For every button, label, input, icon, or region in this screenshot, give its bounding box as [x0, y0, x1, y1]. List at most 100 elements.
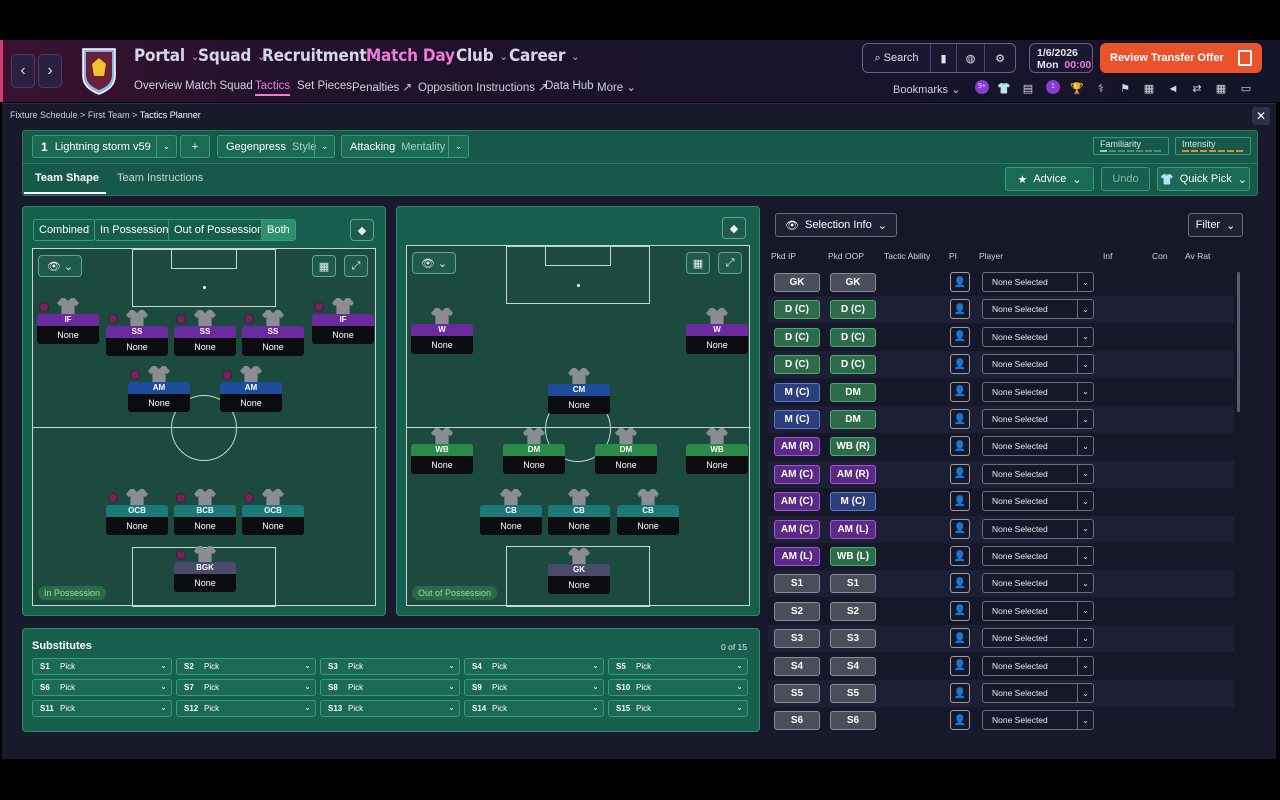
col-pkd-oop[interactable]: Pkd OOP: [828, 251, 864, 261]
substitute-select[interactable]: S5 Pick ⌄: [608, 658, 748, 675]
picked-ip-position[interactable]: S5: [774, 684, 820, 703]
add-tactic-button[interactable]: +: [180, 135, 210, 158]
filter-combined[interactable]: Combined: [33, 219, 96, 241]
player-slot[interactable]: BGK None: [174, 546, 236, 598]
picked-ip-position[interactable]: D (C): [774, 300, 820, 320]
bookmark-button[interactable]: ▮: [931, 44, 957, 72]
col-pkd-ip[interactable]: Pkd IP: [771, 251, 796, 261]
player-select[interactable]: None Selected ⌄: [982, 491, 1094, 512]
subnav-set-pieces[interactable]: Set Pieces: [297, 80, 352, 92]
player-select[interactable]: None Selected ⌄: [982, 628, 1094, 649]
picked-ip-position[interactable]: D (C): [774, 355, 820, 375]
picked-ip-position[interactable]: S4: [774, 656, 820, 676]
scrollbar[interactable]: [1237, 272, 1240, 412]
player-select[interactable]: None Selected ⌄: [982, 299, 1094, 320]
player-slot[interactable]: W None: [686, 308, 748, 360]
substitute-select[interactable]: S14 Pick ⌄: [464, 700, 604, 717]
subnav-opposition-instructions[interactable]: Opposition Instructions ↗: [418, 80, 548, 94]
bookmarks-menu[interactable]: Bookmarks ⌄: [893, 83, 960, 96]
player-slot[interactable]: CB None: [617, 489, 679, 541]
player-slot[interactable]: SS None: [106, 310, 168, 362]
col-pi[interactable]: PI: [949, 251, 957, 261]
mentality-selector[interactable]: Attacking Mentality ⌄: [341, 135, 469, 158]
formation-toggle-button[interactable]: ◆: [722, 217, 746, 239]
player-slot[interactable]: WB None: [686, 428, 748, 480]
search-button[interactable]: ⌕ Search: [863, 44, 931, 72]
player-instructions-icon[interactable]: 👤: [950, 600, 970, 621]
player-instructions-icon[interactable]: 👤: [950, 354, 970, 375]
player-instructions-icon[interactable]: 👤: [950, 628, 970, 649]
player-slot[interactable]: OCB None: [242, 489, 304, 541]
subnav-more[interactable]: More ⌄: [597, 80, 636, 94]
undo-button[interactable]: Undo: [1101, 167, 1150, 191]
megaphone-icon[interactable]: ◄: [1166, 82, 1180, 96]
player-select[interactable]: None Selected ⌄: [982, 655, 1094, 676]
player-slot[interactable]: OCB None: [106, 489, 168, 541]
substitute-select[interactable]: S3 Pick ⌄: [320, 658, 460, 675]
picked-oop-position[interactable]: DM: [830, 382, 876, 402]
club-crest[interactable]: [80, 46, 118, 96]
training-icon[interactable]: ⚑: [1118, 82, 1132, 96]
picked-ip-position[interactable]: AM (C): [774, 464, 820, 484]
notification-badge[interactable]: 9+: [975, 80, 989, 94]
picked-oop-position[interactable]: D (C): [830, 327, 876, 347]
player-instructions-icon[interactable]: 👤: [950, 546, 970, 566]
substitute-select[interactable]: S13 Pick ⌄: [320, 700, 460, 717]
player-slot[interactable]: IF None: [312, 298, 374, 350]
trophy-icon[interactable]: 🏆: [1070, 82, 1084, 96]
player-instructions-icon[interactable]: 👤: [950, 436, 970, 457]
substitute-select[interactable]: S1 Pick ⌄: [32, 658, 172, 675]
shirt-icon[interactable]: 👕: [997, 82, 1011, 96]
player-slot[interactable]: GK None: [548, 548, 610, 600]
substitute-select[interactable]: S4 Pick ⌄: [464, 658, 604, 675]
player-select[interactable]: None Selected ⌄: [982, 272, 1094, 292]
subnav-penalties[interactable]: Penalties ↗: [352, 80, 412, 94]
report-icon[interactable]: ▦: [1142, 82, 1156, 96]
player-slot[interactable]: AM None: [128, 366, 190, 418]
player-select[interactable]: None Selected ⌄: [982, 600, 1094, 621]
tab-team-shape[interactable]: Team Shape: [35, 172, 99, 184]
player-slot[interactable]: AM None: [220, 366, 282, 418]
picked-ip-position[interactable]: S6: [774, 711, 820, 731]
col-tactic-ability[interactable]: Tactic Ability: [884, 251, 930, 261]
player-select[interactable]: None Selected ⌄: [982, 354, 1094, 375]
picked-oop-position[interactable]: S3: [830, 629, 876, 649]
selection-info-dropdown[interactable]: 👁 Selection Info ⌄: [775, 213, 897, 237]
player-instructions-icon[interactable]: 👤: [950, 463, 970, 484]
scout-button[interactable]: ◍: [957, 44, 985, 72]
quick-pick-button[interactable]: 👕 Quick Pick ⌄: [1157, 167, 1250, 191]
breadcrumb-fixture-schedule[interactable]: Fixture Schedule: [10, 110, 78, 120]
grid-icon[interactable]: ▦: [686, 252, 710, 274]
player-instructions-icon[interactable]: 👤: [950, 409, 970, 429]
col-av-rat[interactable]: Av Rat: [1185, 251, 1210, 261]
picked-ip-position[interactable]: S3: [774, 629, 820, 649]
player-instructions-icon[interactable]: 👤: [950, 299, 970, 320]
subnav-tactics[interactable]: Tactics: [255, 80, 291, 96]
player-select[interactable]: None Selected ⌄: [982, 683, 1094, 703]
filter-in-possession[interactable]: In Possession: [94, 219, 175, 241]
player-slot[interactable]: CB None: [480, 489, 542, 541]
nav-career[interactable]: Career ⌄: [509, 46, 579, 66]
substitute-select[interactable]: S9 Pick ⌄: [464, 679, 604, 696]
player-slot[interactable]: WB None: [411, 428, 473, 480]
player-slot[interactable]: W None: [411, 308, 473, 360]
picked-oop-position[interactable]: M (C): [830, 492, 876, 512]
tactic-selector[interactable]: 1 Lightning storm v59 ⌄: [32, 135, 177, 158]
expand-icon[interactable]: ⤢: [718, 252, 742, 274]
forward-button[interactable]: ›: [38, 54, 62, 88]
player-instructions-icon[interactable]: 👤: [950, 573, 970, 594]
picked-oop-position[interactable]: AM (L): [830, 519, 876, 539]
breadcrumb-first-team[interactable]: First Team: [88, 110, 130, 120]
player-select[interactable]: None Selected ⌄: [982, 463, 1094, 484]
player-select[interactable]: None Selected ⌄: [982, 710, 1094, 731]
visibility-toggle[interactable]: 👁 ⌄: [38, 255, 82, 277]
substitute-select[interactable]: S11 Pick ⌄: [32, 700, 172, 717]
subnav-data-hub[interactable]: Data Hub: [545, 80, 594, 92]
player-select[interactable]: None Selected ⌄: [982, 546, 1094, 566]
date-time-display[interactable]: 1/6/2026 Mon 00:00: [1029, 43, 1093, 73]
player-select[interactable]: None Selected ⌄: [982, 436, 1094, 457]
player-slot[interactable]: SS None: [242, 310, 304, 362]
player-slot[interactable]: DM None: [503, 428, 565, 480]
col-inf[interactable]: Inf: [1103, 251, 1112, 261]
nav-match-day[interactable]: Match Day ⌄: [366, 46, 469, 66]
